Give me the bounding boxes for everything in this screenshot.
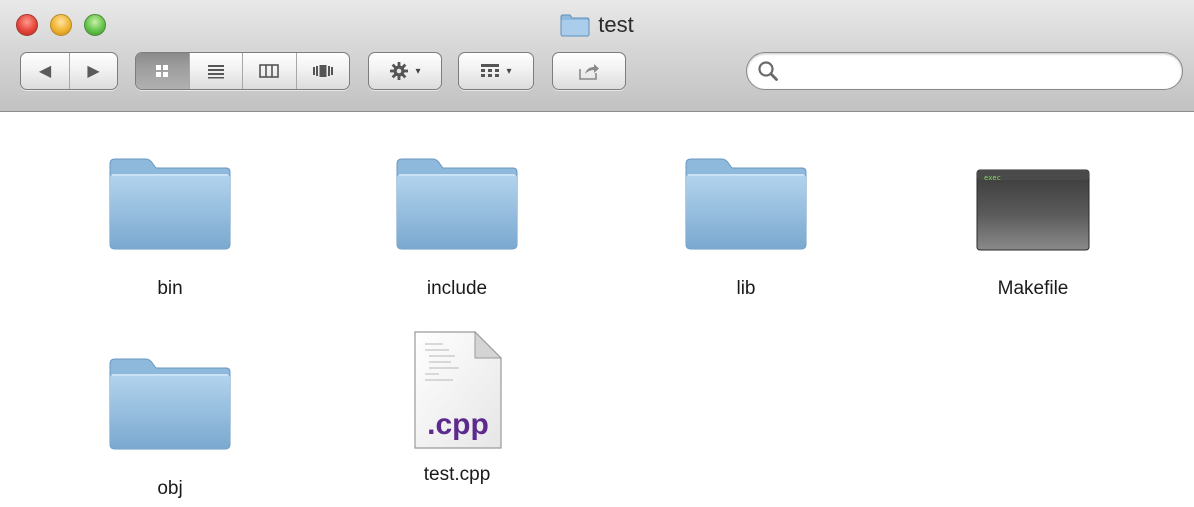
folder-icon <box>685 158 807 250</box>
coverflow-view-icon <box>312 65 333 77</box>
search-icon <box>758 61 778 81</box>
file-grid: bin include lib exec Makefile obj .cpp t… <box>0 112 1194 507</box>
search-input[interactable] <box>785 55 1182 87</box>
cpp-source-file-icon: .cpp <box>414 330 503 449</box>
column-view-button[interactable] <box>242 53 296 89</box>
back-arrow-icon: ◀ <box>38 63 52 80</box>
coverflow-view-button[interactable] <box>295 53 350 89</box>
window-title-bar: test <box>0 12 1194 40</box>
exec-badge: exec <box>984 174 1001 182</box>
file-item-bin[interactable]: bin <box>70 142 270 300</box>
file-name: Makefile <box>997 278 1069 299</box>
search-field[interactable] <box>746 52 1183 90</box>
chevron-down-icon: ▾ <box>506 65 512 77</box>
file-name: obj <box>157 478 183 499</box>
folder-icon <box>396 158 518 250</box>
file-name: test.cpp <box>423 464 491 485</box>
finder-window: test ◀ ▶ ▾ ▾ bin include lib exec Makefi… <box>0 0 1194 507</box>
window-title: test <box>598 12 634 37</box>
file-item-lib[interactable]: lib <box>646 142 846 300</box>
file-item-test-cpp[interactable]: .cpp test.cpp <box>357 330 557 486</box>
file-name: include <box>426 278 488 299</box>
back-button[interactable]: ◀ <box>21 53 69 89</box>
view-mode-control <box>135 52 350 90</box>
file-item-include[interactable]: include <box>357 142 557 300</box>
arrange-grid-icon <box>481 64 500 77</box>
terminal-exec-icon: exec <box>976 169 1090 251</box>
icon-view-button[interactable] <box>136 53 189 89</box>
file-name: lib <box>736 278 756 299</box>
action-menu-button[interactable]: ▾ <box>368 52 442 90</box>
list-view-icon <box>207 65 224 79</box>
folder-icon <box>109 358 231 450</box>
folder-icon <box>109 158 231 250</box>
list-view-button[interactable] <box>188 53 243 89</box>
chevron-down-icon: ▾ <box>415 65 421 77</box>
file-name: bin <box>157 278 183 299</box>
share-button[interactable] <box>552 52 626 90</box>
icon-view-icon <box>156 65 169 77</box>
gear-icon <box>390 62 409 80</box>
forward-arrow-icon: ▶ <box>87 63 100 80</box>
toolbar: test ◀ ▶ ▾ ▾ <box>0 0 1194 112</box>
forward-button[interactable]: ▶ <box>68 53 117 89</box>
cpp-extension-label: .cpp <box>427 408 489 441</box>
file-item-obj[interactable]: obj <box>70 342 270 500</box>
share-icon <box>579 64 599 80</box>
file-item-makefile[interactable]: exec Makefile <box>933 142 1133 300</box>
nav-buttons: ◀ ▶ <box>20 52 118 90</box>
column-view-icon <box>259 64 280 78</box>
arrange-menu-button[interactable]: ▾ <box>458 52 534 90</box>
folder-icon <box>560 14 590 37</box>
